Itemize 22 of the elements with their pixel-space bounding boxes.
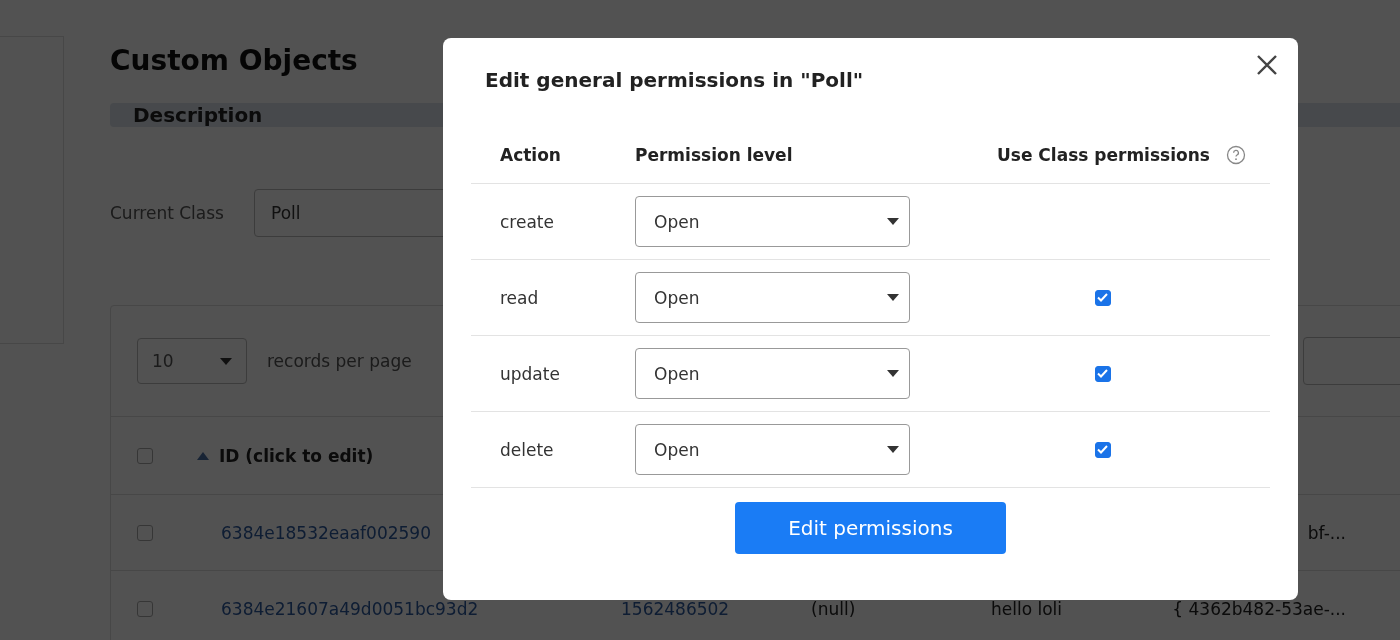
table-cell-text: hello loli: [991, 598, 1064, 619]
action-label: update: [500, 363, 561, 384]
table-cell-text: 1562486502: [621, 598, 731, 619]
page-title: Custom Objects: [110, 44, 358, 77]
column-header: Permission level: [635, 144, 794, 165]
action-label: read: [500, 287, 540, 308]
description-header: Description: [133, 103, 263, 127]
column-header[interactable]: ID (click to edit): [219, 445, 374, 466]
column-header: Use Class permissions: [997, 144, 1210, 165]
permission-select[interactable]: Open: [635, 348, 910, 399]
permission-select[interactable]: Open: [635, 272, 910, 323]
edit-permissions-button[interactable]: Edit permissions: [735, 502, 1006, 554]
table-cell-text: { 4362b482-53ae-...: [1171, 598, 1346, 619]
id-link[interactable]: 6384e21607a49d0051bc93d2: [221, 598, 621, 619]
permission-select[interactable]: Open: [635, 424, 910, 475]
action-label: create: [500, 211, 555, 232]
table-cell-text: bf-...: [1306, 522, 1346, 543]
permission-select[interactable]: Open: [635, 196, 910, 247]
dialog-title: Edit general permissions in "Poll": [485, 68, 865, 94]
action-label: delete: [500, 439, 555, 460]
table-cell-text: (null): [811, 598, 857, 619]
column-header: Action: [500, 144, 562, 165]
